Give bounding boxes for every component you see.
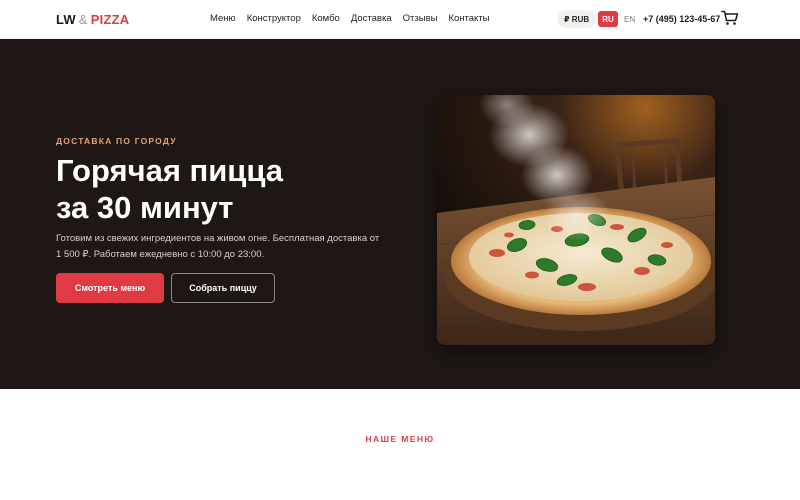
phone-number[interactable]: +7 (495) 123-45-67 [643, 14, 720, 24]
currency-switch[interactable]: ₽ RUB [557, 10, 597, 28]
nav-item-combo[interactable]: Комбо [312, 13, 340, 24]
nav-item-constructor[interactable]: Конструктор [247, 13, 301, 24]
nav-item-delivery[interactable]: Доставка [351, 13, 392, 24]
hero-pizza-image [437, 95, 715, 345]
hero-eyebrow: ДОСТАВКА ПО ГОРОДУ [56, 136, 177, 146]
main-nav: Меню Конструктор Комбо Доставка Отзывы К… [210, 13, 501, 24]
menu-section-label: НАШЕ МЕНЮ [365, 434, 435, 444]
site-header: LW & PIZZA Меню Конструктор Комбо Доставка… [0, 0, 800, 39]
nav-item-menu[interactable]: Меню [210, 13, 236, 24]
logo[interactable]: LW & PIZZA [56, 12, 129, 27]
hero-title-line2: за 30 минут [56, 190, 234, 225]
logo-part-lw: LW [56, 12, 76, 27]
view-menu-button[interactable]: Смотреть меню [56, 273, 164, 303]
logo-part-pizza: PIZZA [90, 12, 130, 27]
hero-title-line1: Горячая пицца [56, 153, 284, 188]
cart-icon[interactable] [721, 10, 739, 26]
nav-item-contacts[interactable]: Контакты [448, 13, 489, 24]
nav-item-reviews[interactable]: Отзывы [403, 13, 438, 24]
logo-ampersand: & [78, 12, 88, 27]
language-en-button[interactable]: EN [624, 11, 635, 27]
hero-description: Готовим из свежих ингредиентов на живом … [56, 233, 380, 260]
build-pizza-button[interactable]: Собрать пиццу [171, 273, 275, 303]
language-ru-button[interactable]: RU [598, 11, 618, 27]
hero-title: Горячая пицца за 30 минут [56, 152, 376, 226]
